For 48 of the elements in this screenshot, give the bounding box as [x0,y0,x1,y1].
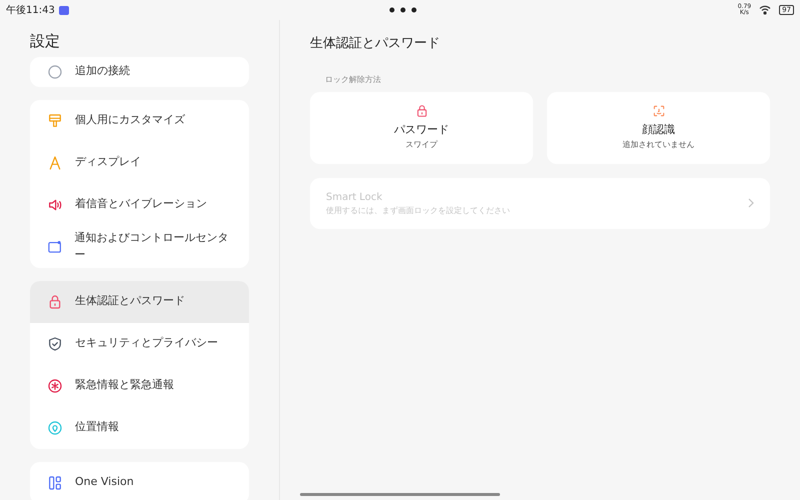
page-title: 生体認証とパスワード [310,35,440,53]
sidebar-item-label: 生体認証とパスワード [75,293,185,310]
sidebar-item-label: 緊急情報と緊急通報 [75,377,174,394]
unlock-method-status: スワイプ [406,138,438,151]
chevron-right-icon [748,198,754,208]
sidebar-item[interactable]: 追加の接続 [30,56,249,86]
section-label: ロック解除方法 [325,74,381,86]
notification-panel-icon [47,238,62,254]
emergency-icon [47,378,63,394]
sidebar-item-label: セキュリティとプライバシー [75,335,218,352]
layout-icon [47,474,63,490]
sidebar-item[interactable]: One Vision [30,462,249,500]
unlock-method-title: 顔認識 [642,122,675,138]
more-dots-icon[interactable] [388,7,418,13]
unlock-method-title: パスワード [394,122,449,138]
lock-icon [414,104,428,118]
unlock-method-card[interactable]: パスワード スワイプ [310,92,533,164]
shield-check-icon [47,336,63,352]
unlock-method-status: 追加されていません [622,138,694,151]
sidebar-item-label: 位置情報 [75,419,119,436]
location-pin-icon [47,420,63,436]
smart-lock-title: Smart Lock [326,190,384,204]
letter-a-icon [47,154,63,170]
sidebar-item[interactable]: 個人用にカスタマイズ [30,100,249,142]
unlock-method-card[interactable]: 顔認識 追加されていません [547,92,770,164]
paint-roller-icon [47,112,63,128]
sidebar-item[interactable]: セキュリティとプライバシー [30,322,249,364]
app-notification-icon [58,6,69,14]
sidebar-title: 設定 [30,31,60,52]
sidebar-item-label: 追加の接続 [75,63,130,80]
sidebar-item-label: 個人用にカスタマイズ [75,112,185,128]
sidebar-item-label: 着信音とバイブレーション [75,196,207,212]
wifi-icon [759,5,772,15]
face-scan-icon [652,104,666,118]
sidebar-item-label: 通知およびコントロールセンター [74,230,230,262]
sidebar-item[interactable]: 通知およびコントロールセンター [30,226,249,268]
sidebar-item[interactable]: ディスプレイ [30,142,249,184]
sidebar-item[interactable]: 位置情報 [30,406,249,448]
lock-icon [47,294,63,310]
sidebar-item-label: ディスプレイ [75,154,141,170]
sidebar-item[interactable]: 着信音とバイブレーション [30,184,249,226]
smart-lock-description: 使用するには、まず画面ロックを設定してください [326,204,511,216]
sidebar-item[interactable]: 緊急情報と緊急通報 [30,364,249,406]
circle-icon [47,64,63,80]
sidebar-item[interactable]: 生体認証とパスワード [30,280,249,322]
speaker-icon [47,196,63,212]
status-time: 午後11:43 [6,4,55,18]
sidebar-item-label: One Vision [75,474,134,490]
